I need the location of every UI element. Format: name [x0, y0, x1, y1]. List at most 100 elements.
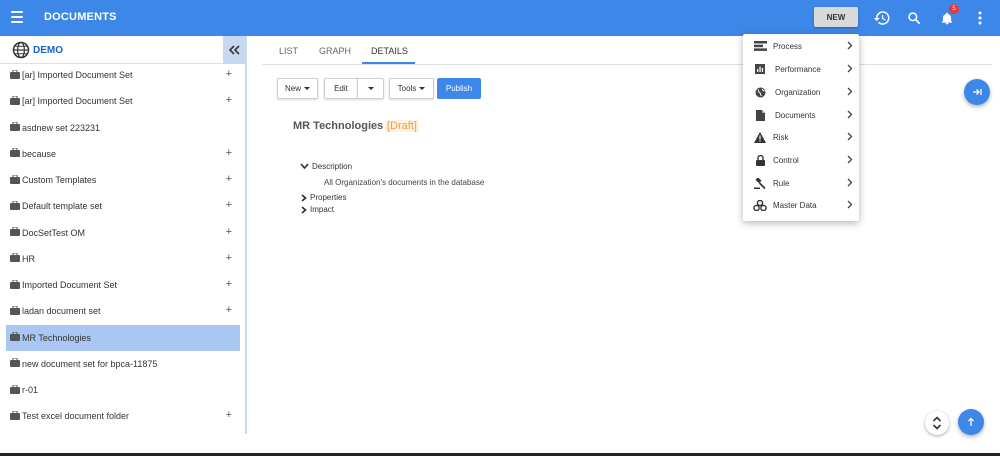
menu-item-risk[interactable]: Risk	[743, 126, 859, 149]
app-title: DOCUMENTS	[44, 11, 117, 23]
new-dropdown-menu: Process Performance Organization Documen…	[743, 34, 859, 221]
menu-item-label: Process	[773, 41, 802, 51]
list-item[interactable]: DocSetTest OM +	[6, 220, 240, 246]
chevron-right-icon	[847, 200, 853, 211]
list-item[interactable]: [ar] Imported Document Set +	[6, 88, 240, 114]
expand-plus-icon[interactable]: +	[226, 147, 232, 159]
description-text: All Organization's documents in the data…	[324, 178, 485, 187]
chevron-right-icon	[847, 132, 853, 143]
briefcase-icon	[10, 226, 20, 238]
globe-icon	[12, 41, 30, 64]
expand-plus-icon[interactable]: +	[226, 226, 232, 238]
list-item[interactable]: [ar] Imported Document Set +	[6, 62, 240, 88]
list-item[interactable]: HR +	[6, 246, 240, 272]
menu-item-label: Documents	[775, 110, 816, 120]
menu-item-process[interactable]: Process	[743, 35, 859, 58]
list-item[interactable]: ladan document set +	[6, 298, 240, 324]
briefcase-icon	[10, 121, 20, 133]
list-item[interactable]: Custom Templates +	[6, 167, 240, 193]
menu-item-rule[interactable]: Rule	[743, 172, 859, 195]
scroll-toggle-button[interactable]	[925, 411, 949, 435]
top-app-bar: DOCUMENTS NEW 5	[0, 0, 1000, 36]
edit-button[interactable]: Edit	[324, 78, 357, 99]
search-icon[interactable]	[904, 8, 924, 28]
list-item[interactable]: because +	[6, 141, 240, 167]
chevron-right-icon	[847, 64, 853, 75]
expand-plus-icon[interactable]: +	[226, 173, 232, 185]
list-item-selected[interactable]: MR Technologies	[6, 324, 240, 351]
tab-list[interactable]: LIST	[279, 46, 298, 56]
list-item[interactable]: asdnew set 223231	[6, 115, 240, 141]
workspace-label[interactable]: DEMO	[33, 45, 63, 56]
list-item[interactable]: r-01	[6, 377, 240, 403]
more-vert-icon[interactable]	[970, 8, 990, 28]
expand-plus-icon[interactable]: +	[226, 68, 232, 80]
list-item[interactable]: Test excel document folder +	[6, 403, 240, 429]
edit-dropdown-toggle[interactable]	[357, 78, 384, 99]
properties-label: Properties	[310, 193, 347, 202]
menu-icon[interactable]	[11, 11, 23, 23]
expand-plus-icon[interactable]: +	[226, 304, 232, 316]
cubes-icon	[753, 199, 767, 211]
expand-plus-icon[interactable]: +	[226, 409, 232, 421]
document-title: MR Technologies	[293, 120, 384, 132]
description-section-toggle[interactable]: Description	[300, 162, 352, 171]
menu-item-master-data[interactable]: Master Data	[743, 194, 859, 217]
tab-details[interactable]: DETAILS	[371, 46, 408, 56]
list-item-label: Default template set	[22, 201, 103, 212]
new-dropdown-button[interactable]: New	[277, 78, 318, 99]
document-icon	[753, 109, 767, 121]
expand-plus-icon[interactable]: +	[226, 278, 232, 290]
impact-label: Impact	[310, 205, 335, 214]
menu-item-documents[interactable]: Documents	[743, 104, 859, 127]
document-set-list: [ar] Imported Document Set + [ar] Import…	[6, 62, 240, 430]
double-chevron-left-icon	[228, 45, 240, 55]
view-tabs: LIST GRAPH DETAILS	[262, 36, 992, 65]
briefcase-icon	[10, 252, 20, 264]
list-item[interactable]: Default template set +	[6, 193, 240, 219]
side-panel-fab[interactable]	[964, 79, 990, 105]
list-item-label: because	[22, 148, 57, 159]
collapse-sidebar-button[interactable]	[223, 36, 245, 64]
list-item[interactable]: Imported Document Set +	[6, 272, 240, 298]
briefcase-icon	[10, 174, 20, 186]
briefcase-icon	[10, 69, 20, 81]
list-item-label: [ar] Imported Document Set	[22, 96, 133, 107]
tools-button-label: Tools	[397, 84, 417, 93]
list-item-label: MR Technologies	[22, 332, 91, 343]
warning-icon	[753, 131, 767, 143]
menu-item-label: Performance	[775, 64, 821, 74]
menu-item-label: Control	[773, 155, 799, 165]
list-item-label: DocSetTest OM	[22, 227, 86, 238]
list-item[interactable]: new document set for bpca-11875	[6, 351, 240, 377]
expand-plus-icon[interactable]: +	[226, 199, 232, 211]
expand-plus-icon[interactable]: +	[226, 252, 232, 264]
menu-item-control[interactable]: Control	[743, 149, 859, 172]
process-icon	[753, 40, 767, 52]
arrow-in-icon	[973, 89, 982, 95]
caret-down-icon	[367, 87, 374, 90]
menu-item-performance[interactable]: Performance	[743, 58, 859, 81]
briefcase-icon	[10, 331, 20, 343]
history-icon[interactable]	[872, 8, 892, 28]
briefcase-icon	[10, 384, 20, 396]
chevron-right-icon	[847, 110, 853, 121]
impact-section-toggle[interactable]: Impact	[301, 205, 334, 214]
menu-item-label: Rule	[773, 178, 790, 188]
menu-item-label: Master Data	[773, 200, 817, 210]
unfold-icon	[932, 416, 942, 430]
chevron-right-icon	[301, 205, 307, 214]
briefcase-icon	[10, 305, 20, 317]
tab-graph[interactable]: GRAPH	[319, 46, 351, 56]
list-item-label: r-01	[22, 385, 39, 396]
expand-plus-icon[interactable]: +	[226, 94, 232, 106]
tools-dropdown-button[interactable]: Tools	[389, 78, 434, 99]
scroll-top-fab[interactable]	[958, 409, 984, 435]
menu-item-organization[interactable]: Organization	[743, 81, 859, 104]
list-item-label: Imported Document Set	[22, 280, 118, 291]
properties-section-toggle[interactable]: Properties	[301, 193, 346, 202]
chevron-right-icon	[847, 41, 853, 52]
new-button[interactable]: NEW	[814, 7, 858, 27]
new-button-label: New	[284, 84, 301, 93]
publish-button[interactable]: Publish	[437, 78, 481, 99]
